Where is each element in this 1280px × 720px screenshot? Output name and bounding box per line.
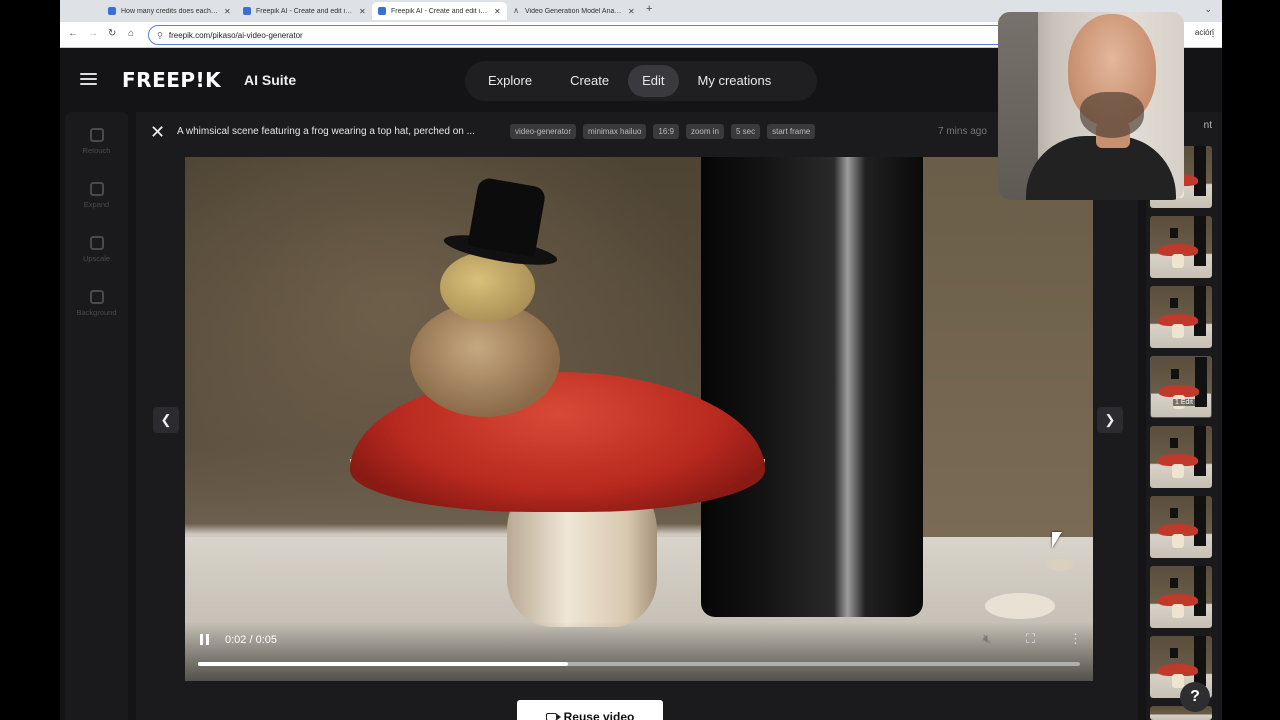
close-icon[interactable]: ✕ xyxy=(150,122,165,143)
tag: zoom in xyxy=(685,124,724,139)
nav-create[interactable]: Create xyxy=(551,65,628,97)
reload-icon[interactable]: ↻ xyxy=(108,28,116,39)
history-thumbnail[interactable] xyxy=(1150,566,1212,628)
reuse-video-button[interactable]: Reuse video xyxy=(517,700,663,720)
expand-icon xyxy=(89,182,104,196)
back-icon[interactable]: ← xyxy=(68,28,78,39)
tag: minimax hailuo xyxy=(583,124,647,139)
help-button[interactable]: ? xyxy=(1180,682,1210,712)
tool-background[interactable]: Background xyxy=(65,290,128,317)
created-time: 7 mins ago xyxy=(938,126,987,137)
main-nav: Explore Create Edit My creations xyxy=(465,61,817,101)
tool-label: Retouch xyxy=(82,146,111,155)
history-column: nt 1 Edit xyxy=(1146,112,1222,720)
tab-title: Freepik AI - Create and edit i… xyxy=(391,7,488,15)
hamburger-menu-icon[interactable] xyxy=(80,73,97,85)
freepik-favicon-icon xyxy=(108,7,116,15)
video-player[interactable]: 0:02 / 0:05 🔇︎ ⛶ ⋮ xyxy=(185,157,1093,681)
mute-icon[interactable]: 🔇︎ xyxy=(983,631,991,647)
tab-search-icon[interactable]: ⌄ xyxy=(1204,4,1212,15)
tool-retouch[interactable]: Retouch xyxy=(65,128,128,155)
new-tab-button[interactable]: + xyxy=(646,3,652,15)
nav-explore[interactable]: Explore xyxy=(469,65,551,97)
tag: video-generator xyxy=(510,124,577,139)
tool-label: Upscale xyxy=(82,254,111,263)
tool-label: Expand xyxy=(83,200,110,209)
prompt-text[interactable]: A whimsical scene featuring a frog weari… xyxy=(177,126,475,137)
browser-tab-3[interactable]: Freepik AI - Create and edit i… ✕ xyxy=(372,2,507,20)
history-thumbnail[interactable] xyxy=(1150,426,1212,488)
next-arrow-icon[interactable]: ❯ xyxy=(1097,407,1123,433)
background-icon xyxy=(89,290,104,304)
history-thumbnail[interactable] xyxy=(1150,286,1212,348)
ai-suite-label: AI Suite xyxy=(244,72,297,88)
home-icon[interactable]: ⌂ xyxy=(128,28,134,39)
mouse-cursor-icon xyxy=(1052,532,1062,548)
pause-icon[interactable] xyxy=(200,634,209,645)
tab-title: Freepik AI - Create and edit i… xyxy=(256,7,353,15)
site-info-icon[interactable]: ⚲ xyxy=(157,31,163,40)
top-hat-image xyxy=(467,176,547,258)
browser-menu-icon[interactable]: ⋮ xyxy=(1208,28,1218,39)
tag: start frame xyxy=(767,124,816,139)
more-options-icon[interactable]: ⋮ xyxy=(1069,631,1082,647)
close-tab-icon[interactable]: ✕ xyxy=(224,7,231,16)
tool-upscale[interactable]: Upscale xyxy=(65,236,128,263)
nav-my-creations[interactable]: My creations xyxy=(679,65,791,97)
nav-edit[interactable]: Edit xyxy=(628,65,679,97)
tag: 5 sec xyxy=(731,124,761,139)
tab-title: How many credits does each… xyxy=(121,7,218,15)
browser-tab-2[interactable]: Freepik AI - Create and edit i… ✕ xyxy=(237,2,372,20)
video-controls: 0:02 / 0:05 🔇︎ ⛶ ⋮ xyxy=(185,622,1093,681)
wine-bottle-image xyxy=(701,157,923,617)
pebble-image xyxy=(1047,559,1073,571)
close-tab-icon[interactable]: ✕ xyxy=(494,7,501,16)
tool-expand[interactable]: Expand xyxy=(65,182,128,209)
tool-label: Background xyxy=(76,308,117,317)
fullscreen-icon[interactable]: ⛶ xyxy=(1026,631,1035,647)
history-thumbnail-selected[interactable]: 1 Edit xyxy=(1150,356,1212,418)
edit-tools-rail: Retouch Expand Upscale Background xyxy=(65,112,128,720)
video-detail-panel: ✕ A whimsical scene featuring a frog wea… xyxy=(136,112,1138,720)
url-text: freepik.com/pikaso/ai-video-generator xyxy=(168,30,303,40)
reuse-video-label: Reuse video xyxy=(563,710,635,720)
video-progress-fill xyxy=(198,662,569,666)
forward-icon[interactable]: → xyxy=(88,28,98,39)
video-progress-bar[interactable] xyxy=(198,662,1080,666)
model-favicon-icon: ∧ xyxy=(513,6,519,15)
webcam-person-beard xyxy=(1080,92,1144,138)
previous-arrow-icon[interactable]: ❮ xyxy=(153,407,179,433)
tag: 16:9 xyxy=(653,124,679,139)
freepik-logo[interactable]: FREEP!K xyxy=(122,68,221,92)
close-tab-icon[interactable]: ✕ xyxy=(359,7,366,16)
tab-title: Video Generation Model Ana… xyxy=(525,7,622,15)
close-tab-icon[interactable]: ✕ xyxy=(628,7,635,16)
freepik-favicon-icon xyxy=(378,7,386,15)
video-time: 0:02 / 0:05 xyxy=(225,634,277,646)
freepik-favicon-icon xyxy=(243,7,251,15)
edit-badge: 1 Edit xyxy=(1173,399,1195,406)
webcam-overlay xyxy=(998,12,1184,200)
history-thumbnail[interactable] xyxy=(1150,216,1212,278)
upscale-icon xyxy=(89,236,104,250)
tag-list: video-generator minimax hailuo 16:9 zoom… xyxy=(510,124,816,139)
history-thumbnail[interactable] xyxy=(1150,496,1212,558)
video-camera-icon xyxy=(545,713,561,720)
browser-tab-4[interactable]: ∧ Video Generation Model Ana… ✕ xyxy=(506,2,641,20)
address-bar[interactable]: ⚲ freepik.com/pikaso/ai-video-generator … xyxy=(148,25,1056,45)
bandage-icon xyxy=(89,128,104,142)
scene-wall xyxy=(923,157,1093,537)
browser-tab-1[interactable]: How many credits does each… ✕ xyxy=(102,2,237,20)
pebble-image xyxy=(985,593,1055,619)
